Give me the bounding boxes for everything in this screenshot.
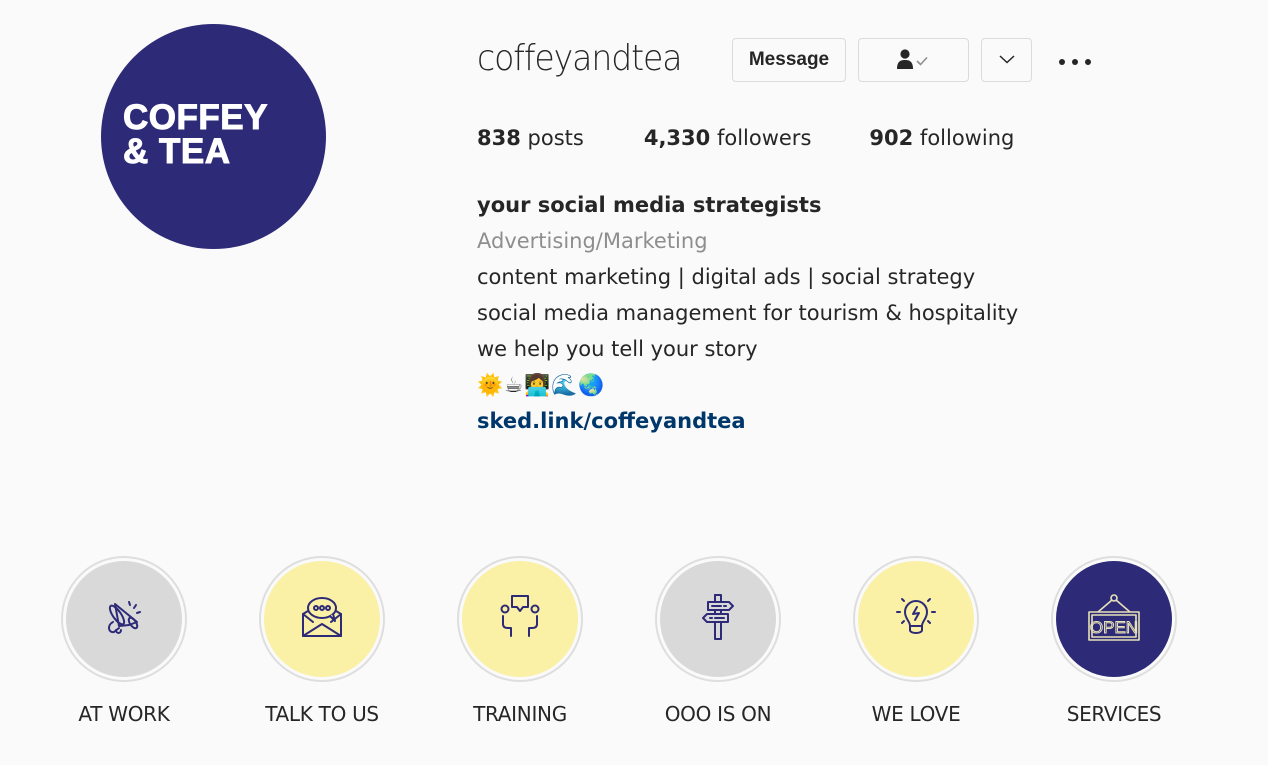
highlight-ring <box>853 556 979 682</box>
followers-stat[interactable]: 4,330 followers <box>644 126 812 150</box>
avatar-text-line2: & TEA <box>123 131 231 171</box>
highlight-cover: OPEN <box>1056 561 1172 677</box>
bio-line: we help you tell your story <box>477 337 758 361</box>
following-button[interactable] <box>858 38 969 82</box>
highlight-cover <box>858 561 974 677</box>
followers-label: followers <box>716 126 812 150</box>
highlight-cover <box>66 561 182 677</box>
lightbulb-icon <box>891 592 941 646</box>
more-options-button[interactable] <box>1056 48 1094 72</box>
highlight-ring: OPEN <box>1051 556 1177 682</box>
megaphone-icon <box>99 592 149 646</box>
bio-line: social media management for tourism & ho… <box>477 301 1019 325</box>
highlight-cover <box>462 561 578 677</box>
following-stat[interactable]: 902 following <box>869 126 1014 150</box>
highlight-talk-to-us[interactable]: TALK TO US <box>259 556 385 726</box>
highlight-at-work[interactable]: AT WORK <box>61 556 187 726</box>
highlight-label: TRAINING <box>473 702 567 726</box>
bio-emoji: 🌞☕👩‍💻🌊🌏 <box>477 373 606 397</box>
highlight-we-love[interactable]: WE LOVE <box>853 556 979 726</box>
open-sign-text: OPEN <box>1090 618 1138 637</box>
highlight-ring <box>259 556 385 682</box>
bio-name: your social media strategists <box>477 193 822 217</box>
profile-stats: 838 posts 4,330 followers 902 following <box>477 126 1074 150</box>
highlight-ring <box>457 556 583 682</box>
highlight-label: OOO IS ON <box>664 702 772 726</box>
posts-count: 838 <box>477 126 521 150</box>
following-count: 902 <box>869 126 914 150</box>
people-talking-icon <box>495 592 545 646</box>
envelope-chat-icon <box>297 592 347 646</box>
profile-page: COFFEY & TEA coffeyandtea Message 838 po… <box>0 0 1268 765</box>
highlight-services[interactable]: OPEN SERVICES <box>1051 556 1177 726</box>
highlight-cover <box>264 561 380 677</box>
profile-username: coffeyandtea <box>477 38 683 79</box>
highlight-label: TALK TO US <box>265 702 379 726</box>
open-sign-icon: OPEN <box>1086 592 1142 646</box>
more-options-icon <box>1058 51 1092 70</box>
message-button[interactable]: Message <box>732 38 846 82</box>
profile-bio: your social media strategists Advertisin… <box>477 187 1018 439</box>
bio-line: content marketing | digital ads | social… <box>477 265 976 289</box>
chevron-down-icon <box>998 53 1016 68</box>
bio-link[interactable]: sked.link/coffeyandtea <box>477 409 746 433</box>
highlight-label: WE LOVE <box>871 702 961 726</box>
highlight-ring <box>655 556 781 682</box>
posts-label: posts <box>527 126 584 150</box>
highlight-cover <box>660 561 776 677</box>
highlight-label: SERVICES <box>1066 702 1162 726</box>
posts-stat: 838 posts <box>477 126 584 150</box>
following-label: following <box>919 126 1015 150</box>
signpost-icon <box>693 592 743 646</box>
bio-category: Advertising/Marketing <box>477 229 708 253</box>
profile-avatar[interactable]: COFFEY & TEA <box>101 24 326 249</box>
highlight-label: AT WORK <box>78 702 170 726</box>
highlight-ooo-is-on[interactable]: OOO IS ON <box>655 556 781 726</box>
avatar-text-line1: COFFEY <box>123 97 268 137</box>
highlight-ring <box>61 556 187 682</box>
highlight-training[interactable]: TRAINING <box>457 556 583 726</box>
suggested-accounts-dropdown-button[interactable] <box>981 38 1032 82</box>
person-check-icon <box>896 48 932 73</box>
followers-count: 4,330 <box>643 126 711 150</box>
